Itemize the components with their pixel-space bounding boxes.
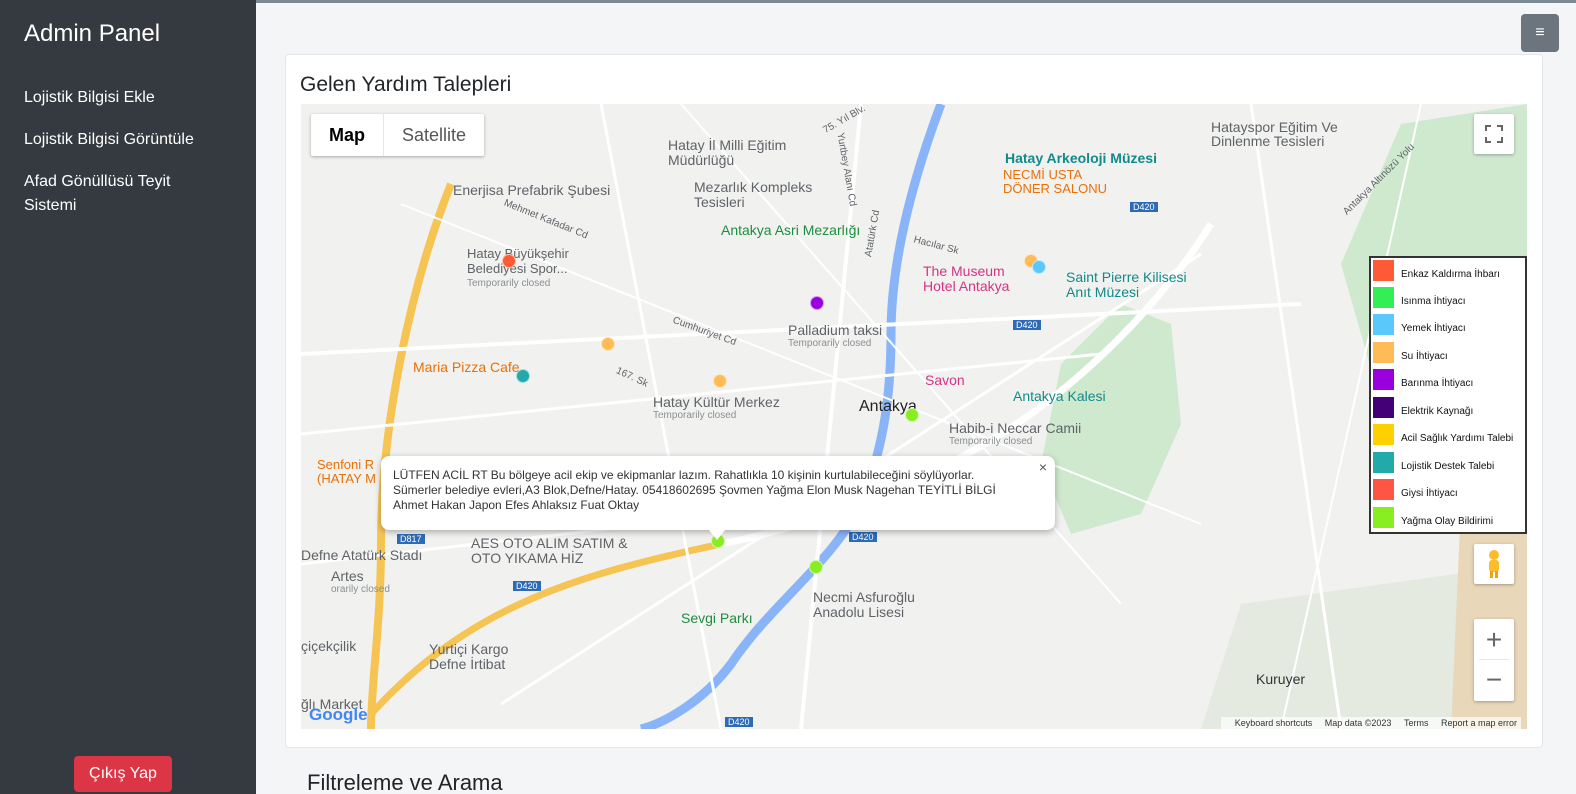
menu-icon: ≡ xyxy=(1535,24,1545,41)
legend-swatch xyxy=(1373,342,1394,363)
road-shield-d420-5: D420 xyxy=(725,717,753,727)
poi-buyuksehir[interactable]: Hatay Büyükşehir Belediyesi Spor... Temp… xyxy=(467,246,587,291)
legend-swatch xyxy=(1373,314,1394,335)
legend-item: Isınma İhtiyacı xyxy=(1373,287,1527,311)
sidebar-item-afad-teyit[interactable]: Afad Gönüllüsü Teyit Sistemi xyxy=(24,170,224,218)
zoom-out-button[interactable]: − xyxy=(1479,660,1509,700)
poi-saint-pierre[interactable]: Saint Pierre Kilisesi Anıt Müzesi xyxy=(1066,270,1206,300)
poi-palladium[interactable]: Palladium taksi Temporarily closed xyxy=(788,322,882,349)
poi-hatayspor[interactable]: Hatayspor Eğitim Ve Dinlenme Tesisleri xyxy=(1211,120,1361,148)
request-marker[interactable] xyxy=(809,560,823,574)
menu-toggle-button[interactable]: ≡ xyxy=(1521,14,1559,52)
zoom-in-button[interactable]: + xyxy=(1479,620,1509,660)
poi-maria-pizza[interactable]: Maria Pizza Cafe xyxy=(413,359,520,375)
poi-sevgi-parki[interactable]: Sevgi Parkı xyxy=(681,610,753,626)
top-divider xyxy=(256,0,1576,3)
request-marker[interactable] xyxy=(601,337,615,351)
legend-item: Acil Sağlık Yardımı Talebi xyxy=(1373,424,1527,448)
road-shield-d420: D420 xyxy=(1130,202,1158,212)
request-marker[interactable] xyxy=(905,408,919,422)
poi-arkeoloji[interactable]: Hatay Arkeoloji Müzesi xyxy=(1005,150,1157,166)
poi-kultur-merkez[interactable]: Hatay Kültür Merkez Temporarily closed xyxy=(653,394,780,421)
map-attribution: Keyboard shortcuts Map data ©2023 Terms … xyxy=(1220,717,1521,729)
poi-artes[interactable]: Artes orarily closed xyxy=(331,568,390,595)
legend-item: Barınma İhtiyacı xyxy=(1373,369,1527,393)
legend-item: Su İhtiyacı xyxy=(1373,342,1527,366)
legend-item: Elektrik Kaynağı xyxy=(1373,397,1527,421)
legend-swatch xyxy=(1373,507,1394,528)
sidebar-nav: Lojistik Bilgisi Ekle Lojistik Bilgisi G… xyxy=(24,86,224,236)
poi-habib-neccar[interactable]: Habib-i Neccar Camii Temporarily closed xyxy=(949,420,1081,447)
map-type-map-button[interactable]: Map xyxy=(311,114,384,156)
logout-button[interactable]: Çıkış Yap xyxy=(74,756,172,792)
poi-cicekcilik[interactable]: çiçekçilik xyxy=(301,638,356,654)
poi-senfoni[interactable]: Senfoni R (HATAY M xyxy=(317,458,379,486)
road-shield-d420-4: D420 xyxy=(1013,320,1041,330)
poi-aes-oto[interactable]: AES OTO ALIM SATIM & OTO YIKAMA HİZ xyxy=(471,536,631,566)
legend-item: Yemek İhtiyacı xyxy=(1373,314,1527,338)
legend-swatch xyxy=(1373,287,1394,308)
legend-item: Giysi İhtiyacı xyxy=(1373,479,1527,503)
fullscreen-icon xyxy=(1485,125,1503,143)
info-window-text: LÜTFEN ACİL RT Bu bölgeye acil ekip ve e… xyxy=(393,468,996,512)
legend-item: Yağma Olay Bildirimi xyxy=(1373,507,1527,531)
poi-asri-mezarligi[interactable]: Antakya Asri Mezarlığı xyxy=(721,222,860,238)
zoom-control: + − xyxy=(1474,619,1514,701)
request-marker[interactable] xyxy=(713,374,727,388)
highway-road-2 xyxy=(368,540,722,717)
park-area xyxy=(1041,304,1181,534)
section-title: Filtreleme ve Arama xyxy=(307,770,503,794)
sidebar-title: Admin Panel xyxy=(24,20,161,47)
poi-defne-stadi[interactable]: Defne Atatürk Stadı xyxy=(301,547,422,563)
legend-item: Enkaz Kaldırma İhbarı xyxy=(1373,260,1527,284)
sidebar-item-lojistik-ekle[interactable]: Lojistik Bilgisi Ekle xyxy=(24,86,224,110)
map-type-control: Map Satellite xyxy=(311,114,485,156)
poi-yurtici-kargo[interactable]: Yurtiçi Kargo Defne İrtibat xyxy=(429,642,519,672)
legend-swatch xyxy=(1373,424,1394,445)
road-shield-d420-2: D420 xyxy=(513,581,541,591)
legend-swatch xyxy=(1373,260,1394,281)
pegman-icon xyxy=(1489,550,1499,578)
legend-item: Lojistik Destek Talebi xyxy=(1373,452,1527,476)
legend-swatch xyxy=(1373,479,1394,500)
poi-antakya-kalesi[interactable]: Antakya Kalesi xyxy=(1013,388,1106,404)
request-marker[interactable] xyxy=(516,369,530,383)
google-logo: Google xyxy=(309,705,368,724)
legend-swatch xyxy=(1373,452,1394,473)
sidebar: Admin Panel Lojistik Bilgisi Ekle Lojist… xyxy=(0,0,256,794)
report-error-link[interactable]: Report a map error xyxy=(1441,718,1517,728)
card-title: Gelen Yardım Talepleri xyxy=(300,73,512,96)
poi-enerjisa[interactable]: Enerjisa Prefabrik Şubesi xyxy=(453,182,610,198)
sidebar-item-lojistik-goruntule[interactable]: Lojistik Bilgisi Görüntüle xyxy=(24,128,224,152)
poi-museum-hotel[interactable]: The Museum Hotel Antakya xyxy=(923,264,1033,294)
poi-savon[interactable]: Savon xyxy=(925,372,965,388)
map-type-satellite-button[interactable]: Satellite xyxy=(384,114,484,156)
keyboard-shortcuts-link[interactable]: Keyboard shortcuts xyxy=(1235,718,1313,728)
request-marker[interactable] xyxy=(502,254,516,268)
terms-link[interactable]: Terms xyxy=(1404,718,1429,728)
road-shield-d420-3: D420 xyxy=(849,532,877,542)
map-label-kuruyer: Kuruyer xyxy=(1256,671,1306,687)
fullscreen-button[interactable] xyxy=(1474,114,1514,154)
poi-necmi-usta[interactable]: NECMİ USTA DÖNER SALONU xyxy=(1003,168,1113,196)
poi-mezarlik[interactable]: Mezarlık Kompleks Tesisleri xyxy=(694,180,824,210)
request-info-window: LÜTFEN ACİL RT Bu bölgeye acil ekip ve e… xyxy=(381,456,1055,540)
poi-necmi-lise[interactable]: Necmi Asfuroğlu Anadolu Lisesi xyxy=(813,590,943,620)
road-shield-d817: D817 xyxy=(397,534,425,544)
map-data-text: Map data ©2023 xyxy=(1324,718,1392,728)
close-icon[interactable]: × xyxy=(1039,460,1047,475)
poi-milli-egitim[interactable]: Hatay İl Milli Eğitim Müdürlüğü xyxy=(668,138,788,168)
legend-swatch xyxy=(1373,369,1394,390)
street-view-pegman[interactable] xyxy=(1474,544,1514,584)
legend-swatch xyxy=(1373,397,1394,418)
request-marker[interactable] xyxy=(810,296,824,310)
map-view[interactable]: Map Satellite Hatayspor Eğitim Ve Dinlen… xyxy=(301,104,1527,729)
map-legend: Enkaz Kaldırma İhbarı Isınma İhtiyacı Ye… xyxy=(1369,256,1527,534)
request-marker[interactable] xyxy=(1032,260,1046,274)
